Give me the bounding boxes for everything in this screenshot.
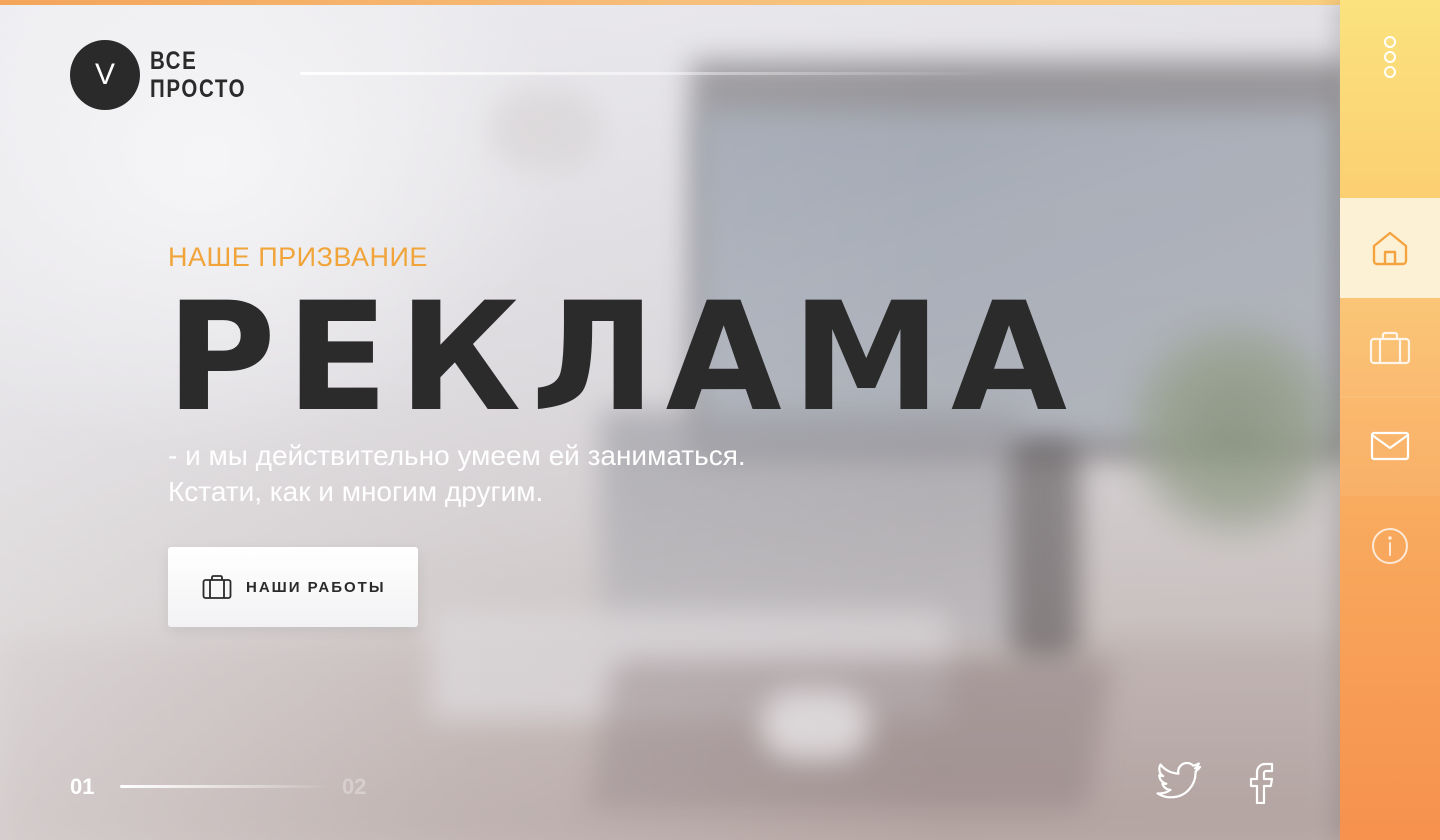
hero-subtitle-line-2: Кстати, как и многим другим. [168, 476, 544, 507]
our-works-button[interactable]: НАШИ РАБОТЫ [168, 547, 418, 627]
info-icon [1372, 528, 1408, 564]
logo-line-1: ВСЕ [150, 47, 198, 75]
hero-eyebrow: НАШЕ ПРИЗВАНИЕ [168, 242, 428, 272]
nav-portfolio[interactable] [1340, 298, 1440, 398]
facebook-icon [1249, 762, 1274, 804]
nav-contact[interactable] [1340, 396, 1440, 496]
facebook-link[interactable] [1244, 762, 1278, 804]
side-nav-rail [1340, 0, 1440, 840]
our-works-button-label: НАШИ РАБОТЫ [246, 578, 386, 596]
hero-subtitle-line-1: - и мы действительно умеем ей заниматься… [168, 440, 746, 471]
twitter-icon [1156, 762, 1202, 799]
logo-wordmark: ВСЕ ПРОСТО [150, 47, 246, 103]
nav-info[interactable] [1340, 496, 1440, 596]
briefcase-icon [1369, 331, 1411, 365]
header-divider [300, 72, 1000, 75]
more-menu-button[interactable] [1378, 36, 1402, 82]
briefcase-icon [202, 575, 232, 599]
mail-icon [1370, 431, 1410, 461]
more-vertical-icon [1384, 36, 1396, 48]
slide-current-number[interactable]: 01 [70, 774, 94, 800]
top-accent-strip [0, 0, 1440, 5]
more-vertical-icon-dot [1384, 66, 1396, 78]
slide-next-number[interactable]: 02 [342, 774, 366, 800]
nav-home[interactable] [1340, 198, 1440, 298]
logo-line-2: ПРОСТО [150, 75, 247, 103]
twitter-link[interactable] [1156, 762, 1202, 802]
slide-progress-track [120, 785, 330, 788]
more-vertical-icon-dot [1384, 51, 1396, 63]
hero-headline: РЕКЛАМА [166, 271, 1078, 445]
hero-subtitle: - и мы действительно умеем ей заниматься… [168, 438, 746, 510]
logo-mark: V [70, 40, 140, 110]
site-logo[interactable]: V ВСЕ ПРОСТО [70, 40, 267, 110]
slide-pager: 01 02 [70, 772, 390, 802]
home-icon [1372, 231, 1408, 266]
